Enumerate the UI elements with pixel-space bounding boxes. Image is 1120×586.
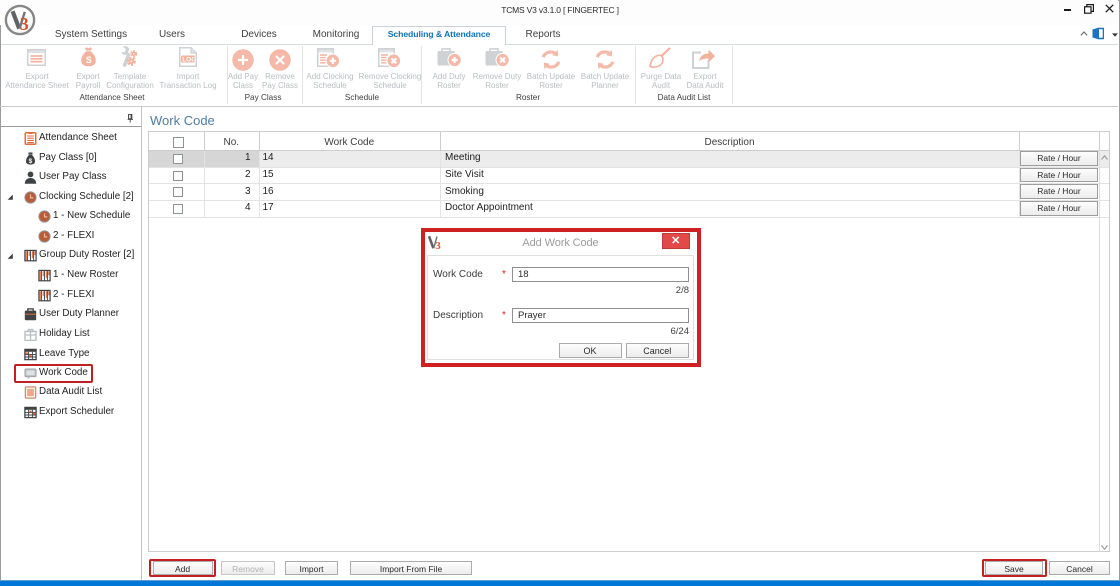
svg-text:S: S — [86, 55, 92, 65]
svg-text:3: 3 — [20, 14, 29, 34]
svg-text:LOG: LOG — [182, 56, 196, 63]
svg-text:$: $ — [29, 158, 33, 165]
